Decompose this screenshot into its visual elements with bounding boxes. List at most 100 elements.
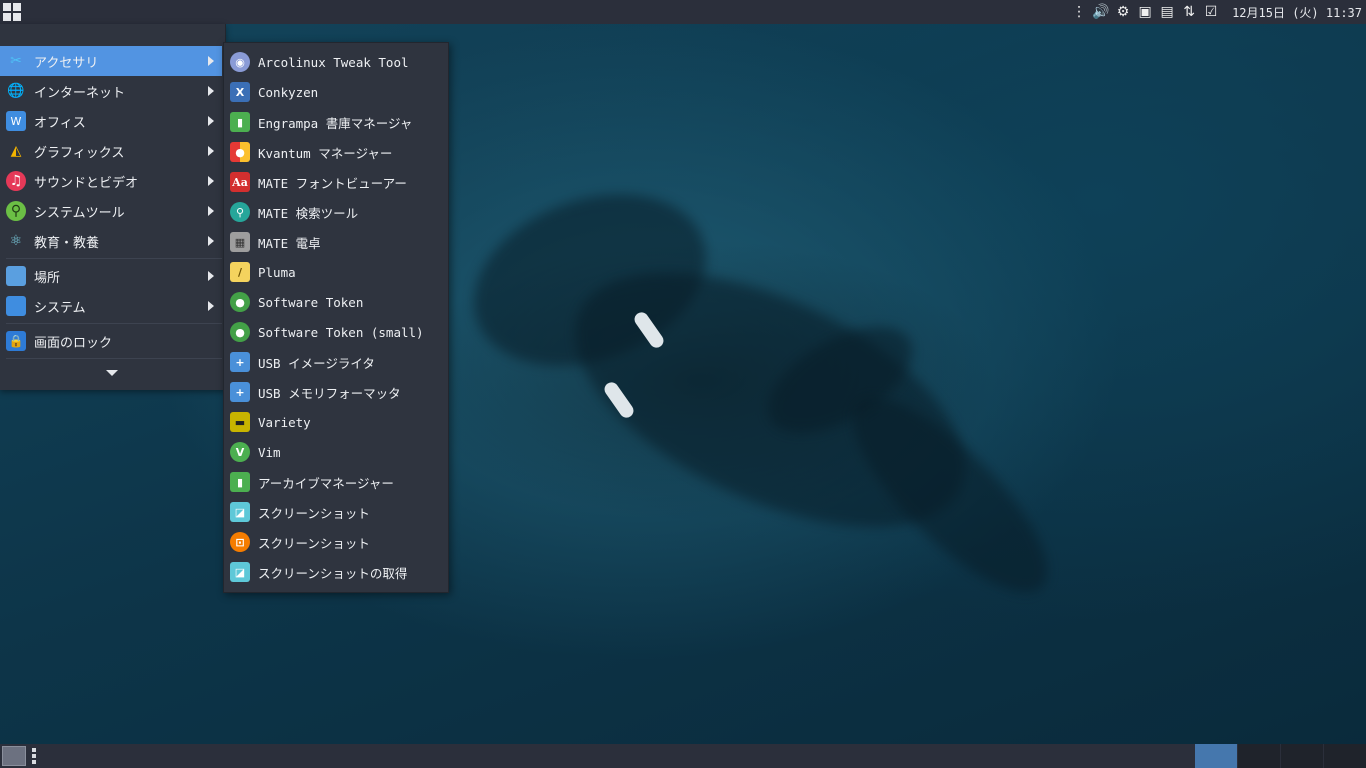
chevron-right-icon	[208, 116, 214, 126]
chevron-right-icon	[208, 206, 214, 216]
menu-category-education[interactable]: ⚛ 教育・教養	[0, 226, 222, 256]
app-take-screenshot[interactable]: ◪ スクリーンショットの取得	[224, 557, 448, 587]
app-label: MATE 検索ツール	[258, 205, 359, 221]
workspace-1[interactable]	[1194, 744, 1237, 768]
vim-icon: V	[230, 442, 250, 462]
screenshot-orange-icon: ⊡	[230, 532, 250, 552]
menu-separator	[6, 323, 222, 324]
tasks-check-icon[interactable]: ☑	[1202, 3, 1220, 21]
app-mate-calculator[interactable]: ▦ MATE 電卓	[224, 227, 448, 257]
menu-category-label: システム	[34, 300, 86, 316]
app-screenshot[interactable]: ◪ スクリーンショット	[224, 497, 448, 527]
education-icon: ⚛	[9, 233, 23, 249]
menu-category-places[interactable]: 場所	[0, 261, 222, 291]
app-label: Vim	[258, 444, 281, 460]
graphics-icon: ◭	[10, 143, 22, 159]
app-label: Kvantum マネージャー	[258, 145, 393, 161]
scroll-down-arrow-icon[interactable]	[106, 370, 118, 376]
app-label: USB メモリフォーマッタ	[258, 385, 401, 401]
places-folder-icon	[6, 266, 26, 286]
menu-category-label: サウンドとビデオ	[34, 175, 139, 191]
app-conkyzen[interactable]: X Conkyzen	[224, 77, 448, 107]
menu-category-system[interactable]: システム	[0, 291, 222, 321]
volume-icon[interactable]: 🔊	[1092, 3, 1110, 21]
clipboard-icon[interactable]: ▤	[1158, 3, 1176, 21]
menu-separator	[6, 258, 222, 259]
system-monitor-icon	[6, 296, 26, 316]
menu-separator	[6, 358, 222, 359]
screenshot-icon[interactable]: ▣	[1136, 3, 1154, 21]
panel-handle-icon[interactable]	[32, 748, 36, 764]
app-grid-icon	[3, 3, 21, 21]
app-label: Pluma	[258, 264, 296, 280]
kvantum-icon: ●	[230, 142, 250, 162]
menu-category-accessories[interactable]: ✂ アクセサリ	[0, 46, 222, 76]
app-vim[interactable]: V Vim	[224, 437, 448, 467]
settings-gear-icon[interactable]: ⚙	[1114, 3, 1132, 21]
chevron-right-icon	[208, 56, 214, 66]
show-desktop-button[interactable]	[2, 746, 26, 766]
font-viewer-icon: Aa	[230, 172, 250, 192]
app-label: MATE フォントビューアー	[258, 175, 407, 191]
network-icon[interactable]: ⇅	[1180, 3, 1198, 21]
app-software-token[interactable]: ● Software Token	[224, 287, 448, 317]
menu-category-label: 場所	[34, 270, 61, 286]
system-tools-icon: ⚲	[6, 201, 26, 221]
calculator-icon: ▦	[230, 232, 250, 252]
take-screenshot-icon: ◪	[230, 562, 250, 582]
tweak-tool-icon: ◉	[230, 52, 250, 72]
menu-category-office[interactable]: W オフィス	[0, 106, 222, 136]
clock[interactable]: 12月15日 (火) 11:37	[1232, 4, 1362, 21]
app-kvantum-manager[interactable]: ● Kvantum マネージャー	[224, 137, 448, 167]
software-token-icon: ●	[230, 292, 250, 312]
menu-category-sound-video[interactable]: ♫ サウンドとビデオ	[0, 166, 222, 196]
app-usb-memory-formatter[interactable]: + USB メモリフォーマッタ	[224, 377, 448, 407]
menu-category-internet[interactable]: 🌐 インターネット	[0, 76, 222, 106]
workspace-2[interactable]	[1237, 744, 1280, 768]
app-usb-image-writer[interactable]: + USB イメージライタ	[224, 347, 448, 377]
menu-category-label: システムツール	[34, 205, 125, 221]
app-mate-font-viewer[interactable]: Aa MATE フォントビューアー	[224, 167, 448, 197]
panel-handle-icon[interactable]: ⋮	[1070, 3, 1088, 21]
accessories-submenu: ◉ Arcolinux Tweak Tool X Conkyzen ▮ Engr…	[223, 42, 449, 593]
workspace-4[interactable]	[1323, 744, 1366, 768]
app-label: Software Token (small)	[258, 324, 424, 340]
applications-menu: ✂ アクセサリ 🌐 インターネット W オフィス ◭ グラフィックス ♫ サウン…	[0, 24, 226, 390]
menu-category-label: グラフィックス	[34, 145, 125, 161]
app-label: Conkyzen	[258, 84, 319, 100]
chevron-right-icon	[208, 86, 214, 96]
chevron-right-icon	[208, 236, 214, 246]
applications-menu-button[interactable]	[0, 0, 24, 24]
app-pluma[interactable]: / Pluma	[224, 257, 448, 287]
accessories-icon: ✂	[10, 53, 22, 69]
app-engrampa[interactable]: ▮ Engrampa 書庫マネージャ	[224, 107, 448, 137]
app-label: Engrampa 書庫マネージャ	[258, 115, 413, 131]
system-tray: ⋮ 🔊 ⚙ ▣ ▤ ⇅ ☑ 12月15日 (火) 11:37	[1068, 0, 1366, 24]
app-variety[interactable]: ▬ Variety	[224, 407, 448, 437]
menu-category-system-tools[interactable]: ⚲ システムツール	[0, 196, 222, 226]
workspace-3[interactable]	[1280, 744, 1323, 768]
menu-category-label: アクセサリ	[34, 55, 99, 71]
chevron-right-icon	[208, 146, 214, 156]
menu-category-graphics[interactable]: ◭ グラフィックス	[0, 136, 222, 166]
app-archive-manager[interactable]: ▮ アーカイブマネージャー	[224, 467, 448, 497]
app-software-token-small[interactable]: ● Software Token (small)	[224, 317, 448, 347]
chevron-right-icon	[208, 176, 214, 186]
app-label: USB イメージライタ	[258, 355, 375, 371]
screenshot-tool-icon: ◪	[230, 502, 250, 522]
conkyzen-icon: X	[230, 82, 250, 102]
search-tool-icon: ⚲	[230, 202, 250, 222]
usb-formatter-icon: +	[230, 382, 250, 402]
archive-manager-2-icon: ▮	[230, 472, 250, 492]
office-icon: W	[6, 111, 26, 131]
text-editor-icon: /	[230, 262, 250, 282]
usb-image-writer-icon: +	[230, 352, 250, 372]
chevron-right-icon	[208, 271, 214, 281]
app-screenshot-2[interactable]: ⊡ スクリーンショット	[224, 527, 448, 557]
app-arcolinux-tweak-tool[interactable]: ◉ Arcolinux Tweak Tool	[224, 47, 448, 77]
chevron-right-icon	[208, 301, 214, 311]
app-label: アーカイブマネージャー	[258, 475, 394, 491]
app-mate-search-tool[interactable]: ⚲ MATE 検索ツール	[224, 197, 448, 227]
variety-icon: ▬	[230, 412, 250, 432]
menu-item-lock-screen[interactable]: 🔒 画面のロック	[0, 326, 222, 356]
